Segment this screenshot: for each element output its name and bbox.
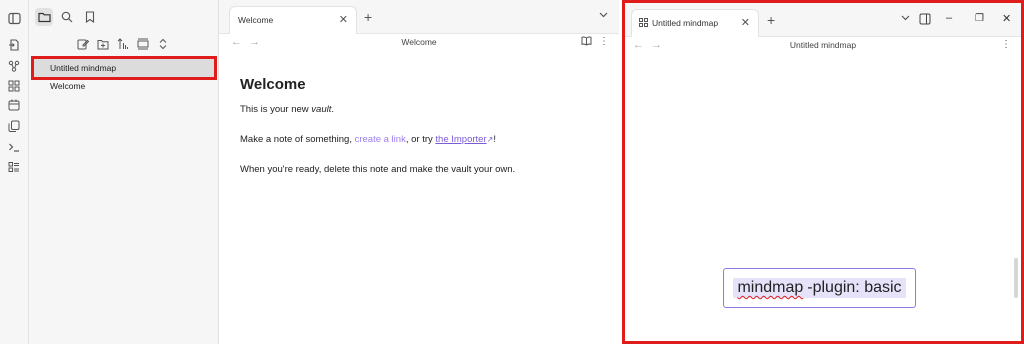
mindmap-pane: Untitled mindmap ✕ + – ❐ ✕ ← → Untitled … <box>622 0 1024 344</box>
node-text-part: -plugin: basic <box>805 278 904 297</box>
tab-strip: Untitled mindmap ✕ + – ❐ ✕ <box>625 3 1021 37</box>
canvas-icon[interactable] <box>7 79 21 93</box>
daily-note-icon[interactable] <box>7 98 21 112</box>
restore-icon[interactable]: ❐ <box>975 13 984 24</box>
text-span: , or try <box>405 134 436 145</box>
text-span: . <box>331 104 334 115</box>
collapse-all-icon[interactable] <box>135 36 151 52</box>
reading-view-book-icon[interactable] <box>581 36 592 46</box>
more-options-icon[interactable]: ⋮ <box>1001 39 1011 50</box>
mindmap-root-node[interactable]: mindmap -plugin: basic <box>723 268 916 308</box>
search-icon[interactable] <box>58 8 76 26</box>
open-quick-switcher-icon[interactable] <box>7 38 21 52</box>
tab-untitled-mindmap[interactable]: Untitled mindmap ✕ <box>631 9 759 37</box>
toggle-right-sidebar-icon[interactable] <box>919 13 931 25</box>
bookmark-icon[interactable] <box>81 8 99 26</box>
note-paragraph-1: This is your new vault. <box>240 103 600 116</box>
chevron-down-icon[interactable] <box>901 15 910 21</box>
text-span: ! <box>493 134 496 145</box>
sidebar-tab-header <box>29 0 219 34</box>
view-header: ← → Welcome ⋮ <box>219 34 619 52</box>
chevron-down-icon[interactable] <box>599 12 608 18</box>
new-folder-icon[interactable] <box>95 36 111 52</box>
expand-chevrons-icon[interactable] <box>155 36 171 52</box>
window-close-icon[interactable]: ✕ <box>1002 12 1011 25</box>
text-span: This is your new <box>240 104 312 115</box>
close-icon[interactable]: ✕ <box>339 7 348 33</box>
node-text-part: mindmap <box>735 278 806 297</box>
text-span: Make a note of something, <box>240 134 355 145</box>
toggle-sidebar-icon[interactable] <box>7 11 21 25</box>
files-tab-folder-icon[interactable] <box>35 8 53 26</box>
file-item-welcome[interactable]: Welcome <box>34 77 214 95</box>
new-tab-plus-icon[interactable]: + <box>364 10 372 24</box>
note-paragraph-3: When you're ready, delete this note and … <box>240 164 516 175</box>
file-item-untitled-mindmap[interactable]: Untitled mindmap <box>31 56 217 80</box>
create-link-link[interactable]: create a link <box>355 134 406 145</box>
minimize-icon[interactable]: – <box>946 12 952 24</box>
close-icon[interactable]: ✕ <box>741 10 750 36</box>
file-explorer-pane: Untitled mindmap Welcome <box>29 0 219 344</box>
new-note-icon[interactable] <box>75 36 91 52</box>
left-ribbon <box>0 0 29 344</box>
vault-emphasis: vault <box>311 104 332 115</box>
tab-welcome[interactable]: Welcome ✕ <box>229 6 357 34</box>
importer-link[interactable]: the Importer <box>435 134 486 145</box>
view-title: Welcome <box>401 37 437 47</box>
command-palette-icon[interactable] <box>7 140 21 154</box>
tab-strip: Welcome ✕ + <box>219 0 619 34</box>
mindmap-node-text[interactable]: mindmap -plugin: basic <box>733 278 906 298</box>
view-header: ← → Untitled mindmap ⋮ <box>625 37 1021 55</box>
view-title: Untitled mindmap <box>789 40 857 50</box>
tab-label: Welcome <box>238 15 274 25</box>
bookmarks-list-icon[interactable] <box>7 160 21 174</box>
note-heading: Welcome <box>240 76 306 93</box>
file-item-label: Welcome <box>50 81 86 91</box>
vertical-scrollbar[interactable] <box>1014 258 1018 298</box>
tab-label: Untitled mindmap <box>652 18 719 28</box>
sort-order-icon[interactable] <box>115 36 131 52</box>
welcome-editor-pane: Welcome ✕ + ← → Welcome ⋮ Welcome This i… <box>219 0 619 344</box>
note-content: Welcome This is your new vault. Make a n… <box>240 76 600 193</box>
mindmap-file-icon <box>639 18 648 27</box>
graph-view-icon[interactable] <box>7 59 21 73</box>
more-options-icon[interactable]: ⋮ <box>599 36 609 47</box>
new-tab-plus-icon[interactable]: + <box>767 13 775 27</box>
note-paragraph-2: Make a note of something, create a link,… <box>240 133 600 146</box>
file-item-label: Untitled mindmap <box>50 63 117 73</box>
templates-icon[interactable] <box>7 119 21 133</box>
